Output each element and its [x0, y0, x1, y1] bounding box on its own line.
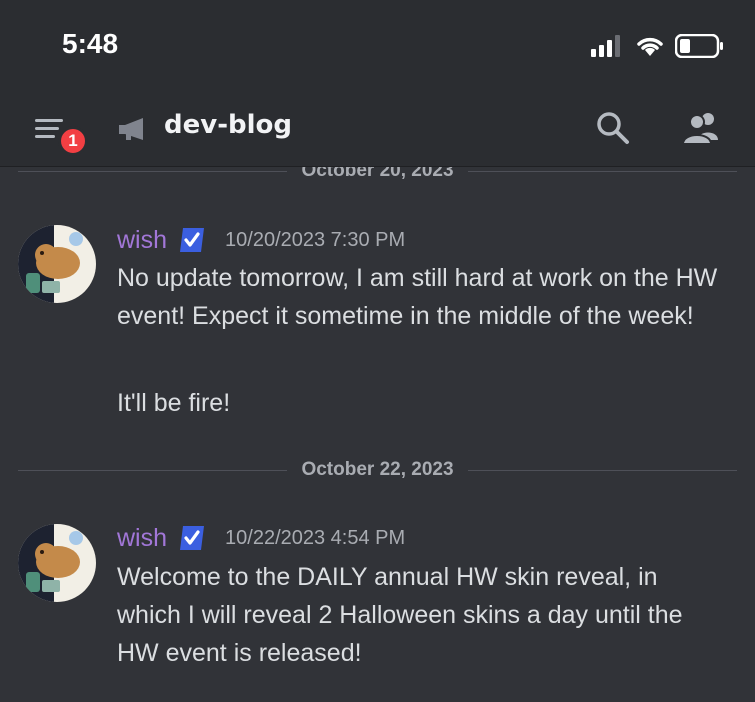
avatar[interactable] [18, 225, 96, 303]
message-timestamp: 10/20/2023 7:30 PM [225, 228, 406, 251]
status-time: 5:48 [62, 28, 119, 59]
cellular-signal-icon [591, 35, 620, 57]
capybara-avatar-icon [18, 225, 96, 303]
message-text: It'll be fire! [117, 389, 231, 417]
channel-header: 1 dev-blog [0, 92, 755, 167]
verified-badge-icon [180, 526, 205, 550]
message-timestamp: 10/22/2023 4:54 PM [225, 526, 406, 549]
search-button[interactable] [595, 110, 631, 150]
capybara-avatar-icon [18, 524, 96, 602]
search-icon [597, 112, 629, 144]
date-divider: October 22, 2023 [18, 459, 737, 480]
author-name[interactable]: wish [117, 226, 167, 255]
message-text: Welcome to the DAILY annual HW skin reve… [117, 563, 683, 667]
author-name[interactable]: wish [117, 524, 167, 553]
announcement-megaphone-icon [119, 118, 143, 140]
message-header: wish 10/22/2023 4:54 PM [117, 523, 405, 553]
status-icons [591, 34, 725, 58]
message-text: No update tomorrow, I am still hard at w… [117, 264, 718, 330]
channel-type [118, 116, 148, 146]
message-list[interactable]: October 20, 2023 wish 10/20/2023 7:30 PM [0, 167, 755, 702]
status-bar: 5:48 [0, 0, 755, 92]
notification-badge: 1 [58, 126, 88, 156]
channel-name: dev-blog [164, 110, 292, 140]
avatar[interactable] [18, 524, 96, 602]
date-divider: October 20, 2023 [18, 167, 737, 181]
date-divider-label: October 20, 2023 [301, 167, 454, 181]
date-divider-label: October 22, 2023 [301, 459, 454, 480]
message-header: wish 10/20/2023 7:30 PM [117, 225, 405, 255]
wifi-icon [637, 37, 663, 56]
members-icon [681, 113, 718, 145]
members-button[interactable] [681, 110, 722, 150]
verified-badge-icon [180, 228, 205, 252]
battery-icon [675, 34, 723, 58]
